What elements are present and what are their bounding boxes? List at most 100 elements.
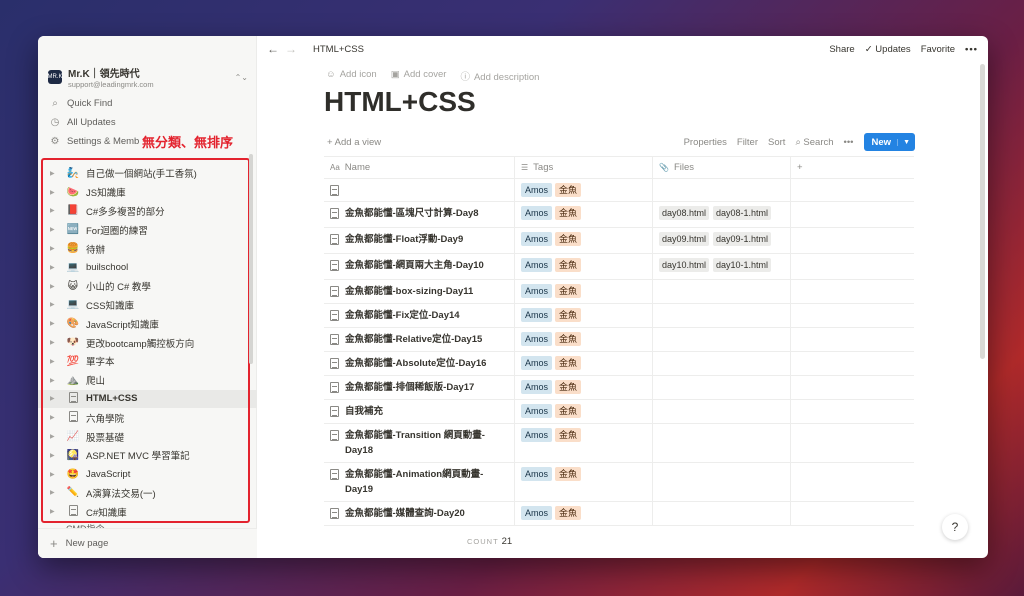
file-chip[interactable]: day10.html — [659, 258, 710, 272]
add-icon-button[interactable]: ☺ Add icon — [326, 69, 377, 83]
expand-caret-icon[interactable]: ▶ — [50, 301, 60, 308]
sidebar-page-item[interactable]: ▶ 💻 CSS知識庫 — [38, 296, 257, 315]
help-button[interactable]: ? — [942, 514, 968, 540]
cell-files[interactable] — [653, 400, 791, 423]
table-row[interactable]: 金魚都能懂-Relative定位-Day15 Amos 金魚 — [324, 328, 914, 352]
cell-tags[interactable]: Amos 金魚 — [515, 202, 653, 227]
cell-tags[interactable]: Amos 金魚 — [515, 424, 653, 462]
cell-files[interactable] — [653, 304, 791, 327]
cell-tags[interactable]: Amos 金魚 — [515, 304, 653, 327]
cell-name[interactable]: 金魚都能懂-媒體查詢-Day20 — [324, 502, 515, 525]
more-menu-icon[interactable]: ••• — [965, 44, 978, 55]
cell-files[interactable] — [653, 376, 791, 399]
cell-tags[interactable]: Amos 金魚 — [515, 376, 653, 399]
sidebar-page-item[interactable]: ▶ 🎨 JavaScript知識庫 — [38, 314, 257, 333]
sidebar-page-item[interactable]: ▶ 🆕 For迴圈的練習 — [38, 220, 257, 239]
nav-all-updates[interactable]: ◷ All Updates — [48, 113, 116, 131]
expand-caret-icon[interactable]: ▶ — [50, 170, 60, 177]
nav-quick-find[interactable]: ⌕ Quick Find — [48, 94, 112, 112]
expand-caret-icon[interactable]: ▶ — [50, 508, 60, 515]
expand-caret-icon[interactable]: ▶ — [50, 207, 60, 214]
add-view-button[interactable]: + Add a view — [327, 137, 684, 148]
expand-caret-icon[interactable]: ▶ — [50, 226, 60, 233]
cell-name[interactable]: 金魚都能懂-排個稀飯版-Day17 — [324, 376, 515, 399]
table-row[interactable]: 金魚都能懂-Float浮動-Day9 Amos 金魚 day09.html day09-… — [324, 228, 914, 254]
cell-name[interactable]: 金魚都能懂-Animation網頁動畫-Day19 — [324, 463, 515, 501]
sidebar-page-item[interactable]: ▶ C#知識庫 — [38, 502, 257, 521]
cell-name[interactable]: 金魚都能懂-Relative定位-Day15 — [324, 328, 515, 351]
cell-name[interactable]: 金魚都能懂-box-sizing-Day11 — [324, 280, 515, 303]
filter-button[interactable]: Filter — [737, 137, 758, 148]
add-description-button[interactable]: ⓘ Add description — [460, 69, 539, 83]
cell-name[interactable]: 金魚都能懂-Fix定位-Day14 — [324, 304, 515, 327]
breadcrumb[interactable]: HTML+CSS — [313, 44, 829, 55]
file-chip[interactable]: day09.html — [659, 232, 710, 246]
new-button[interactable]: New ▼ — [863, 133, 915, 151]
table-row[interactable]: 金魚都能懂-box-sizing-Day11 Amos 金魚 — [324, 280, 914, 304]
expand-caret-icon[interactable]: ▶ — [50, 245, 60, 252]
add-column-button[interactable]: + — [791, 157, 914, 178]
cell-tags[interactable]: Amos 金魚 — [515, 328, 653, 351]
cell-files[interactable] — [653, 328, 791, 351]
expand-caret-icon[interactable]: ▶ — [50, 320, 60, 327]
table-row[interactable]: Amos 金魚 — [324, 179, 914, 202]
cell-files[interactable] — [653, 352, 791, 375]
cell-tags[interactable]: Amos 金魚 — [515, 400, 653, 423]
cell-name[interactable]: 金魚都能懂-網頁兩大主角-Day10 — [324, 254, 515, 279]
expand-caret-icon[interactable]: ▶ — [50, 414, 60, 421]
table-row[interactable]: 金魚都能懂-Absolute定位-Day16 Amos 金魚 — [324, 352, 914, 376]
workspace-switcher[interactable]: MR.K Mr.K｜領先時代 support@leadingmrk.com ⌃⌄ — [48, 64, 249, 90]
column-header-files[interactable]: 📎 Files — [653, 157, 791, 178]
updates-button[interactable]: ✓ Updates — [865, 44, 911, 55]
cell-files[interactable]: day09.html day09-1.html — [653, 228, 791, 253]
cell-name[interactable]: 金魚都能懂-區塊尺寸計算-Day8 — [324, 202, 515, 227]
sidebar-page-item[interactable]: ▶ 🐶 更改bootcamp觸控板方向 — [38, 333, 257, 352]
cell-files[interactable] — [653, 179, 791, 201]
file-chip[interactable]: day10-1.html — [713, 258, 772, 272]
sidebar-page-item[interactable]: ▶ 💻 builschool — [38, 258, 257, 277]
properties-button[interactable]: Properties — [684, 137, 727, 148]
sidebar-page-item[interactable]: ▶ 六角學院 — [38, 408, 257, 427]
cell-files[interactable]: day08.html day08-1.html — [653, 202, 791, 227]
nav-settings[interactable]: ⚙ Settings & Memb — [48, 132, 140, 150]
sidebar-page-item[interactable]: ▶ 🍉 JS知識庫 — [38, 183, 257, 202]
table-row[interactable]: 金魚都能懂-網頁兩大主角-Day10 Amos 金魚 day10.html day10-… — [324, 254, 914, 280]
table-row[interactable]: 金魚都能懂-區塊尺寸計算-Day8 Amos 金魚 day08.html day08-1… — [324, 202, 914, 228]
sidebar-page-item[interactable]: ▶ 🤩 JavaScript — [38, 465, 257, 484]
new-page-button[interactable]: + New page — [38, 528, 257, 558]
cell-files[interactable] — [653, 463, 791, 501]
favorite-button[interactable]: Favorite — [921, 44, 955, 55]
cell-name[interactable]: 金魚都能懂-Float浮動-Day9 — [324, 228, 515, 253]
column-header-tags[interactable]: ☰ Tags — [515, 157, 653, 178]
chevron-down-icon[interactable]: ▼ — [897, 138, 915, 146]
expand-caret-icon[interactable]: ▶ — [50, 339, 60, 346]
file-chip[interactable]: day08-1.html — [713, 206, 772, 220]
add-cover-button[interactable]: ▣ Add cover — [391, 69, 447, 83]
view-more-icon[interactable]: ••• — [844, 137, 854, 148]
share-button[interactable]: Share — [829, 44, 854, 55]
expand-caret-icon[interactable]: ▶ — [50, 377, 60, 384]
sidebar-page-item[interactable]: ▶ 🎑 ASP.NET MVC 學習筆記 — [38, 446, 257, 465]
cell-name[interactable]: 金魚都能懂-Transition 網頁動畫-Day18 — [324, 424, 515, 462]
cell-tags[interactable]: Amos 金魚 — [515, 463, 653, 501]
cell-files[interactable] — [653, 502, 791, 525]
table-row[interactable]: 自我補充 Amos 金魚 — [324, 400, 914, 424]
sidebar-page-item[interactable]: ▶ 📕 C#多多複習的部分 — [38, 202, 257, 221]
cell-tags[interactable]: Amos 金魚 — [515, 254, 653, 279]
cell-tags[interactable]: Amos 金魚 — [515, 179, 653, 201]
sidebar-page-item[interactable]: ▶ 🧞 自己做一個網站(手工香氛) — [38, 164, 257, 183]
table-row[interactable]: 金魚都能懂-排個稀飯版-Day17 Amos 金魚 — [324, 376, 914, 400]
expand-caret-icon[interactable]: ▶ — [50, 433, 60, 440]
cell-tags[interactable]: Amos 金魚 — [515, 352, 653, 375]
table-row[interactable]: 金魚都能懂-Transition 網頁動畫-Day18 Amos 金魚 — [324, 424, 914, 463]
back-arrow-icon[interactable]: ← — [267, 42, 285, 56]
table-row[interactable]: 金魚都能懂-Animation網頁動畫-Day19 Amos 金魚 — [324, 463, 914, 502]
expand-caret-icon[interactable]: ▶ — [50, 283, 60, 290]
cell-tags[interactable]: Amos 金魚 — [515, 228, 653, 253]
expand-caret-icon[interactable]: ▶ — [50, 264, 60, 271]
expand-caret-icon[interactable]: ▶ — [50, 452, 60, 459]
expand-caret-icon[interactable]: ▶ — [50, 489, 60, 496]
sort-button[interactable]: Sort — [768, 137, 785, 148]
sidebar-page-item[interactable]: ▶ HTML+CSS — [38, 389, 257, 409]
sidebar-scrollbar[interactable] — [249, 154, 253, 364]
